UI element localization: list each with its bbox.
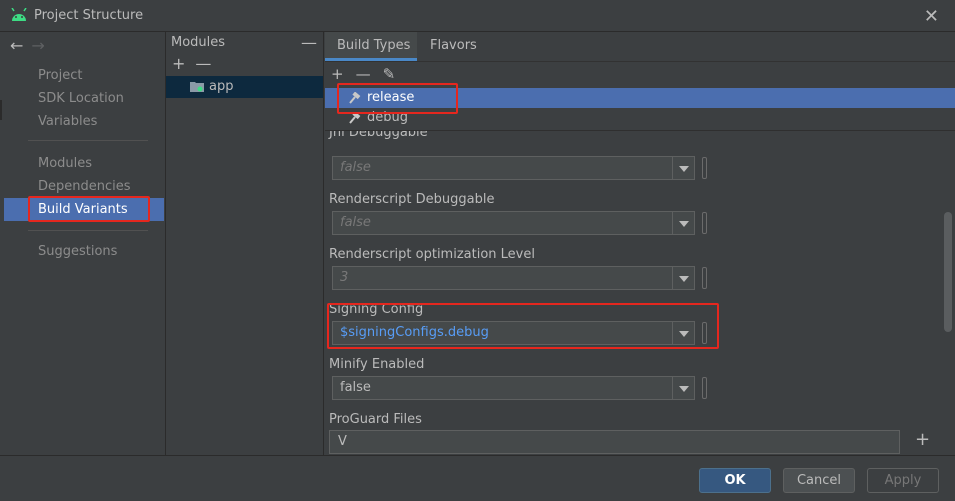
chevron-down-icon[interactable] [672,212,694,234]
remove-icon[interactable]: — [356,65,371,83]
minify-enabled-combo[interactable]: false [332,376,695,400]
collapse-icon[interactable]: — [301,33,317,52]
dialog-footer: OK Cancel Apply [0,455,955,501]
combo-side-handle[interactable] [702,157,707,179]
proguard-value: V [338,434,347,449]
prop-label-renderscript-debuggable: Renderscript Debuggable [329,192,495,207]
module-folder-icon [190,82,204,92]
ok-button[interactable]: OK [699,468,771,493]
modules-pane: Modules — + — app [166,32,324,455]
edge-marker [0,100,2,120]
renderscript-debuggable-combo[interactable]: false [332,211,695,235]
tab-flavors[interactable]: Flavors [430,38,477,53]
sidebar-divider [28,140,148,141]
sidebar-item-sdk-location[interactable]: SDK Location [38,91,124,106]
combo-side-handle[interactable] [702,212,707,234]
chevron-down-icon[interactable] [672,377,694,399]
apply-button[interactable]: Apply [867,468,939,493]
combo-value: false [340,215,371,230]
nav-arrows: ← → [10,36,53,55]
close-icon[interactable]: ✕ [924,6,939,27]
edit-icon[interactable]: ✎ [383,65,396,83]
jni-debuggable-combo[interactable]: false [332,156,695,180]
tab-bar: Build Types Flavors [325,32,955,62]
combo-value: 3 [340,270,349,285]
highlight-box [337,83,458,114]
scrollbar-thumb[interactable] [944,212,952,332]
window-title: Project Structure [34,8,144,23]
add-icon[interactable]: + [331,65,344,83]
modules-toolbar: + — [172,54,221,73]
tab-active-indicator [325,58,417,61]
add-icon[interactable]: + [172,54,185,73]
sidebar-divider [28,230,148,231]
cancel-button[interactable]: Cancel [783,468,855,493]
combo-side-handle[interactable] [702,267,707,289]
clip-region: Jni Debuggable [325,131,955,143]
build-variants-pane: Build Types Flavors + — ✎ release debug Jn… [325,32,955,455]
add-proguard-icon[interactable]: + [915,429,930,450]
proguard-files-field[interactable]: V [329,430,900,454]
combo-side-handle[interactable] [702,377,707,399]
combo-value: false [340,380,371,395]
combo-value: false [340,160,371,175]
modules-header: Modules [171,35,226,50]
sidebar-item-modules[interactable]: Modules [38,156,92,171]
sidebar: ← → Project SDK Location Variables Module… [0,32,166,455]
prop-label-minify-enabled: Minify Enabled [329,357,425,372]
tab-build-types[interactable]: Build Types [337,38,410,53]
highlight-box [327,303,719,349]
module-label: app [209,79,234,94]
sidebar-item-project[interactable]: Project [38,68,82,83]
build-types-toolbar: + — ✎ [331,65,407,83]
module-item-app[interactable]: app [166,76,323,98]
forward-arrow-icon[interactable]: → [31,36,44,55]
back-arrow-icon[interactable]: ← [10,36,23,55]
highlight-box [28,196,150,222]
chevron-down-icon[interactable] [672,157,694,179]
prop-label-jni-debuggable: Jni Debuggable [329,131,428,140]
renderscript-optimization-combo[interactable]: 3 [332,266,695,290]
remove-icon[interactable]: — [195,54,211,73]
sidebar-item-suggestions[interactable]: Suggestions [38,244,117,259]
sidebar-item-dependencies[interactable]: Dependencies [38,179,131,194]
prop-label-renderscript-optimization: Renderscript optimization Level [329,247,535,262]
android-icon [11,8,27,21]
prop-label-proguard-files: ProGuard Files [329,412,422,427]
sidebar-item-variables[interactable]: Variables [38,114,97,129]
chevron-down-icon[interactable] [672,267,694,289]
title-bar: Project Structure ✕ [0,0,955,32]
